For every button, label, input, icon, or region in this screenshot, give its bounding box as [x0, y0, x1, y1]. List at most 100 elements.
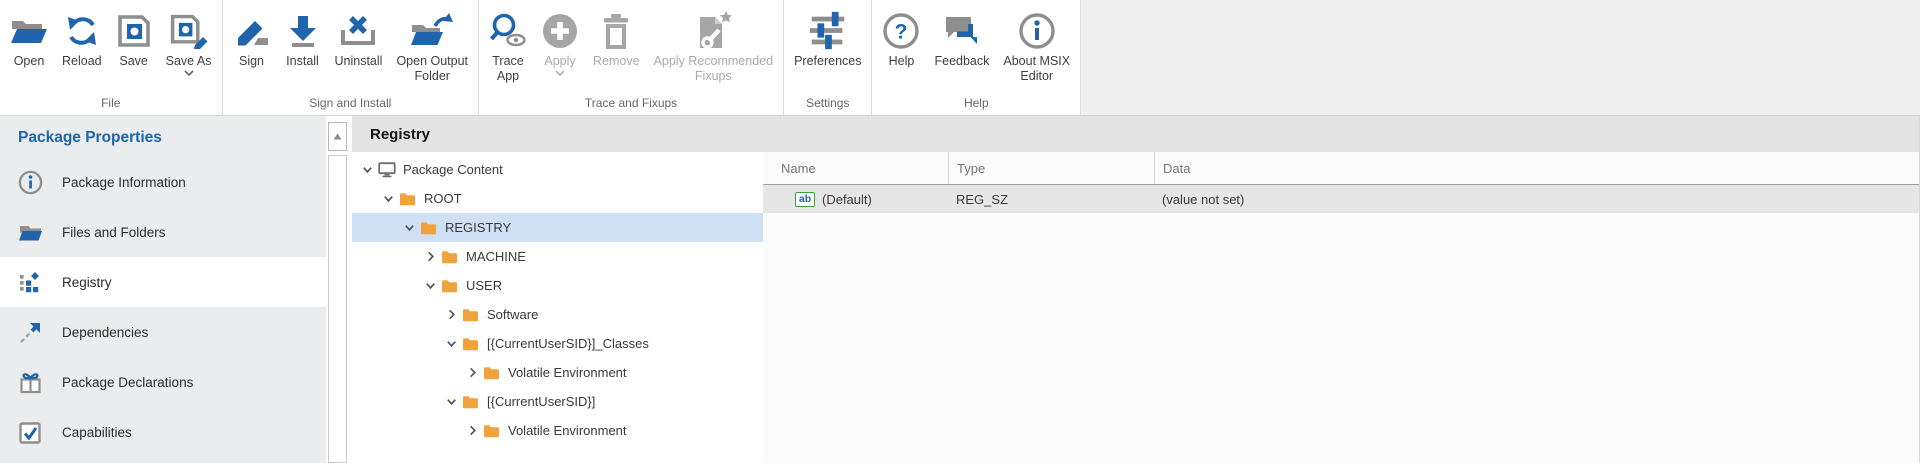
value-data-cell: (value not set): [1154, 185, 1919, 213]
ribbon-button-label: Save As: [166, 54, 212, 69]
ribbon-group-label: Sign and Install: [226, 96, 476, 115]
chevron-right-icon[interactable]: [444, 307, 459, 322]
ribbon-button-label: Uninstall: [335, 54, 383, 69]
column-header-data[interactable]: Data: [1154, 152, 1919, 184]
sidebar-item-files-and-folders[interactable]: Files and Folders: [0, 207, 326, 257]
sidebar-item-label: Capabilities: [62, 425, 132, 440]
trace-app-icon: [489, 12, 527, 50]
tree-node-currentusersid[interactable]: [{CurrentUserSID}]: [352, 387, 763, 416]
uninstall-button[interactable]: Uninstall: [328, 7, 390, 69]
tree-node-package-content[interactable]: Package Content: [352, 155, 763, 184]
sidebar-item-package-information[interactable]: Package Information: [0, 157, 326, 207]
preferences-button[interactable]: Preferences: [787, 7, 868, 69]
preferences-icon: [807, 9, 849, 53]
sidebar-item-dependencies[interactable]: Dependencies: [0, 307, 326, 357]
chevron-down-icon[interactable]: [402, 220, 417, 235]
ribbon-button-label: About MSIXEditor: [1003, 54, 1070, 84]
ribbon-button-label: Apply RecommendedFixups: [654, 54, 774, 84]
sidebar-scrollbar: [326, 116, 352, 463]
tree-node-user[interactable]: USER: [352, 271, 763, 300]
string-value-icon: ab: [795, 192, 815, 207]
tree-node-volatile-environment[interactable]: Volatile Environment: [352, 358, 763, 387]
tree-node-label: Volatile Environment: [508, 365, 627, 380]
column-header-name[interactable]: Name: [763, 152, 948, 184]
tree-node-label: REGISTRY: [445, 220, 511, 235]
ribbon-button-label: Open OutputFolder: [396, 54, 468, 84]
sidebar-item-capabilities[interactable]: Capabilities: [0, 407, 326, 457]
ribbon-button-label: Save: [119, 54, 148, 69]
save-as-button[interactable]: Save As: [159, 7, 219, 77]
value-name-cell: ab(Default): [763, 185, 948, 213]
tree-node-label: Package Content: [403, 162, 503, 177]
folder-tree-icon: [483, 366, 500, 380]
about-msix-editor-button[interactable]: About MSIXEditor: [996, 7, 1077, 84]
scroll-up-arrow-icon: [333, 133, 342, 140]
ribbon-group-file: Open Reload Save Save As File: [0, 0, 223, 115]
ribbon-button-label: Reload: [62, 54, 102, 69]
feedback-button[interactable]: Feedback: [927, 7, 996, 69]
remove-icon: [599, 12, 633, 50]
install-button[interactable]: Install: [278, 7, 328, 69]
ribbon-group-help: ?HelpFeedbackAbout MSIXEditorHelp: [872, 0, 1081, 115]
feedback-icon: [942, 13, 982, 49]
save-button[interactable]: Save: [109, 7, 159, 69]
sidebar-title: Package Properties: [0, 116, 326, 157]
chevron-right-icon[interactable]: [465, 423, 480, 438]
chevron-down-icon[interactable]: [381, 191, 396, 206]
ribbon-group-settings: PreferencesSettings: [784, 0, 872, 115]
install-icon: [285, 13, 321, 49]
reload-button[interactable]: Reload: [55, 7, 109, 69]
ribbon-button-label: Preferences: [794, 54, 861, 69]
scroll-up-button[interactable]: [328, 122, 347, 151]
tree-node-label: MACHINE: [466, 249, 526, 264]
scrollbar-track[interactable]: [328, 155, 347, 463]
ribbon-group-label: Trace and Fixups: [482, 96, 780, 115]
chevron-down-icon[interactable]: [444, 336, 459, 351]
help-button[interactable]: ?Help: [875, 7, 927, 69]
ribbon-button-label: Apply: [544, 54, 575, 69]
tree-node-registry[interactable]: REGISTRY: [352, 213, 763, 242]
ribbon-group-label: File: [3, 96, 219, 115]
chevron-down-icon[interactable]: [423, 278, 438, 293]
sidebar-item-package-declarations[interactable]: Package Declarations: [0, 357, 326, 407]
tree-node-software[interactable]: Software: [352, 300, 763, 329]
apply-recommended-fixups-button: Apply RecommendedFixups: [647, 7, 781, 84]
folder-tree-icon: [462, 395, 479, 409]
dependencies-icon: [18, 320, 43, 345]
column-header-type[interactable]: Type: [948, 152, 1154, 184]
table-header: NameTypeData: [763, 152, 1919, 185]
tree-node-label: Software: [487, 307, 538, 322]
value-type-cell: REG_SZ: [948, 185, 1154, 213]
registry-icon: [18, 270, 43, 295]
sign-button[interactable]: Sign: [226, 7, 278, 69]
trace-app-button[interactable]: TraceApp: [482, 7, 534, 84]
chevron-right-icon[interactable]: [423, 249, 438, 264]
folder-tree-icon: [462, 308, 479, 322]
chevron-right-icon[interactable]: [465, 365, 480, 380]
tree-node-label: [{CurrentUserSID}]_Classes: [487, 336, 649, 351]
svg-text:?: ?: [895, 20, 908, 43]
open-output-folder-button[interactable]: Open OutputFolder: [389, 7, 475, 84]
dropdown-chevron-disabled-icon: [555, 70, 565, 77]
info-circle-icon: [18, 170, 43, 195]
reload-icon: [64, 13, 100, 49]
open-button[interactable]: Open: [3, 7, 55, 69]
table-row[interactable]: ab(Default)REG_SZ(value not set): [763, 185, 1919, 213]
chevron-down-icon[interactable]: [360, 162, 375, 177]
tree-node-root[interactable]: ROOT: [352, 184, 763, 213]
sidebar-item-registry[interactable]: Registry: [0, 257, 326, 307]
tree-node-volatile-environment[interactable]: Volatile Environment: [352, 416, 763, 445]
tree-node-machine[interactable]: MACHINE: [352, 242, 763, 271]
main-pane: Registry Package ContentROOTREGISTRYMACH…: [352, 116, 1920, 463]
registry-workspace: Package Content ROOT REGISTRY MACHINE USER So…: [352, 152, 1919, 463]
folder-tree-icon: [462, 337, 479, 351]
chevron-down-icon[interactable]: [444, 394, 459, 409]
sidebar-item-label: Package Declarations: [62, 375, 193, 390]
dropdown-chevron-icon[interactable]: [184, 70, 194, 77]
ribbon-toolbar: Open Reload Save Save As File SignInstall Unin…: [0, 0, 1920, 116]
gift-icon: [18, 370, 43, 395]
ribbon-group-sign-and-install: SignInstall Uninstall Open OutputFolder Sig…: [223, 0, 480, 115]
apply-button: Apply: [534, 7, 586, 77]
ribbon-button-label: Feedback: [934, 54, 989, 69]
tree-node-currentusersid-classes[interactable]: [{CurrentUserSID}]_Classes: [352, 329, 763, 358]
